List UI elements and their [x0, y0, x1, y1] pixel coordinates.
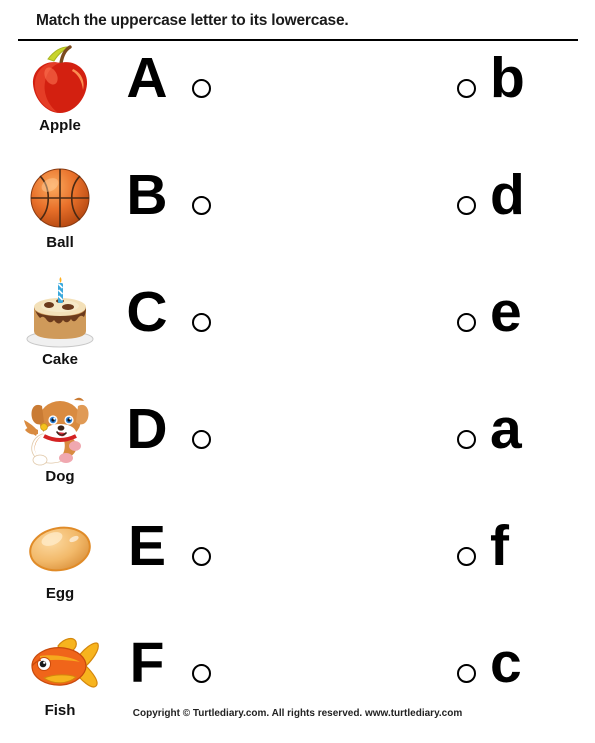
lowercase-letter: b	[490, 46, 525, 110]
footer-copyright: Copyright © Turtlediary.com. All rights …	[132, 708, 463, 719]
left-answer-bubble[interactable]	[192, 430, 211, 449]
picture-cell: Fish	[18, 626, 102, 736]
basketball-picture	[18, 160, 102, 234]
left-answer-bubble[interactable]	[192, 79, 211, 98]
question-list: Apple A b Ball B d Cake C e Dog D a Egg …	[0, 41, 595, 719]
cake-picture	[18, 277, 102, 351]
left-answer-bubble[interactable]	[192, 196, 211, 215]
lowercase-letter: f	[490, 514, 509, 578]
picture-cell: Apple	[18, 41, 102, 151]
picture-cell: Dog	[18, 392, 102, 502]
table-row: Apple A b	[0, 41, 595, 158]
uppercase-letter: A	[126, 46, 168, 110]
picture-label: Cake	[42, 351, 78, 368]
picture-cell: Cake	[18, 275, 102, 385]
left-answer-bubble[interactable]	[192, 313, 211, 332]
fish-picture	[18, 628, 102, 702]
picture-cell: Egg	[18, 509, 102, 619]
apple-picture	[18, 43, 102, 117]
right-answer-bubble[interactable]	[457, 547, 476, 566]
worksheet-header: Match the uppercase letter to its lowerc…	[0, 0, 595, 41]
table-row: Dog D a	[0, 392, 595, 509]
right-answer-bubble[interactable]	[457, 664, 476, 683]
picture-label: Dog	[45, 468, 75, 485]
egg-picture	[18, 511, 102, 585]
picture-cell: Ball	[18, 158, 102, 268]
right-answer-bubble[interactable]	[457, 430, 476, 449]
page-title: Match the uppercase letter to its lowerc…	[36, 12, 349, 29]
left-answer-bubble[interactable]	[192, 664, 211, 683]
left-answer-bubble[interactable]	[192, 547, 211, 566]
uppercase-letter: D	[126, 397, 168, 461]
lowercase-letter: d	[490, 163, 525, 227]
right-answer-bubble[interactable]	[457, 196, 476, 215]
picture-label: Apple	[39, 117, 81, 134]
lowercase-letter: a	[490, 397, 522, 461]
lowercase-letter: e	[490, 280, 522, 344]
lowercase-letter: c	[490, 631, 522, 695]
right-answer-bubble[interactable]	[457, 79, 476, 98]
picture-label: Ball	[46, 234, 74, 251]
uppercase-letter: B	[126, 163, 168, 227]
right-answer-bubble[interactable]	[457, 313, 476, 332]
uppercase-letter: E	[127, 514, 167, 578]
picture-label: Egg	[45, 585, 75, 602]
table-row: Egg E f	[0, 509, 595, 626]
uppercase-letter: C	[126, 280, 168, 344]
table-row: Cake C e	[0, 275, 595, 392]
uppercase-letter: F	[129, 631, 165, 695]
dog-picture	[18, 394, 102, 468]
table-row: Ball B d	[0, 158, 595, 275]
table-row: Fish F c	[0, 626, 595, 743]
